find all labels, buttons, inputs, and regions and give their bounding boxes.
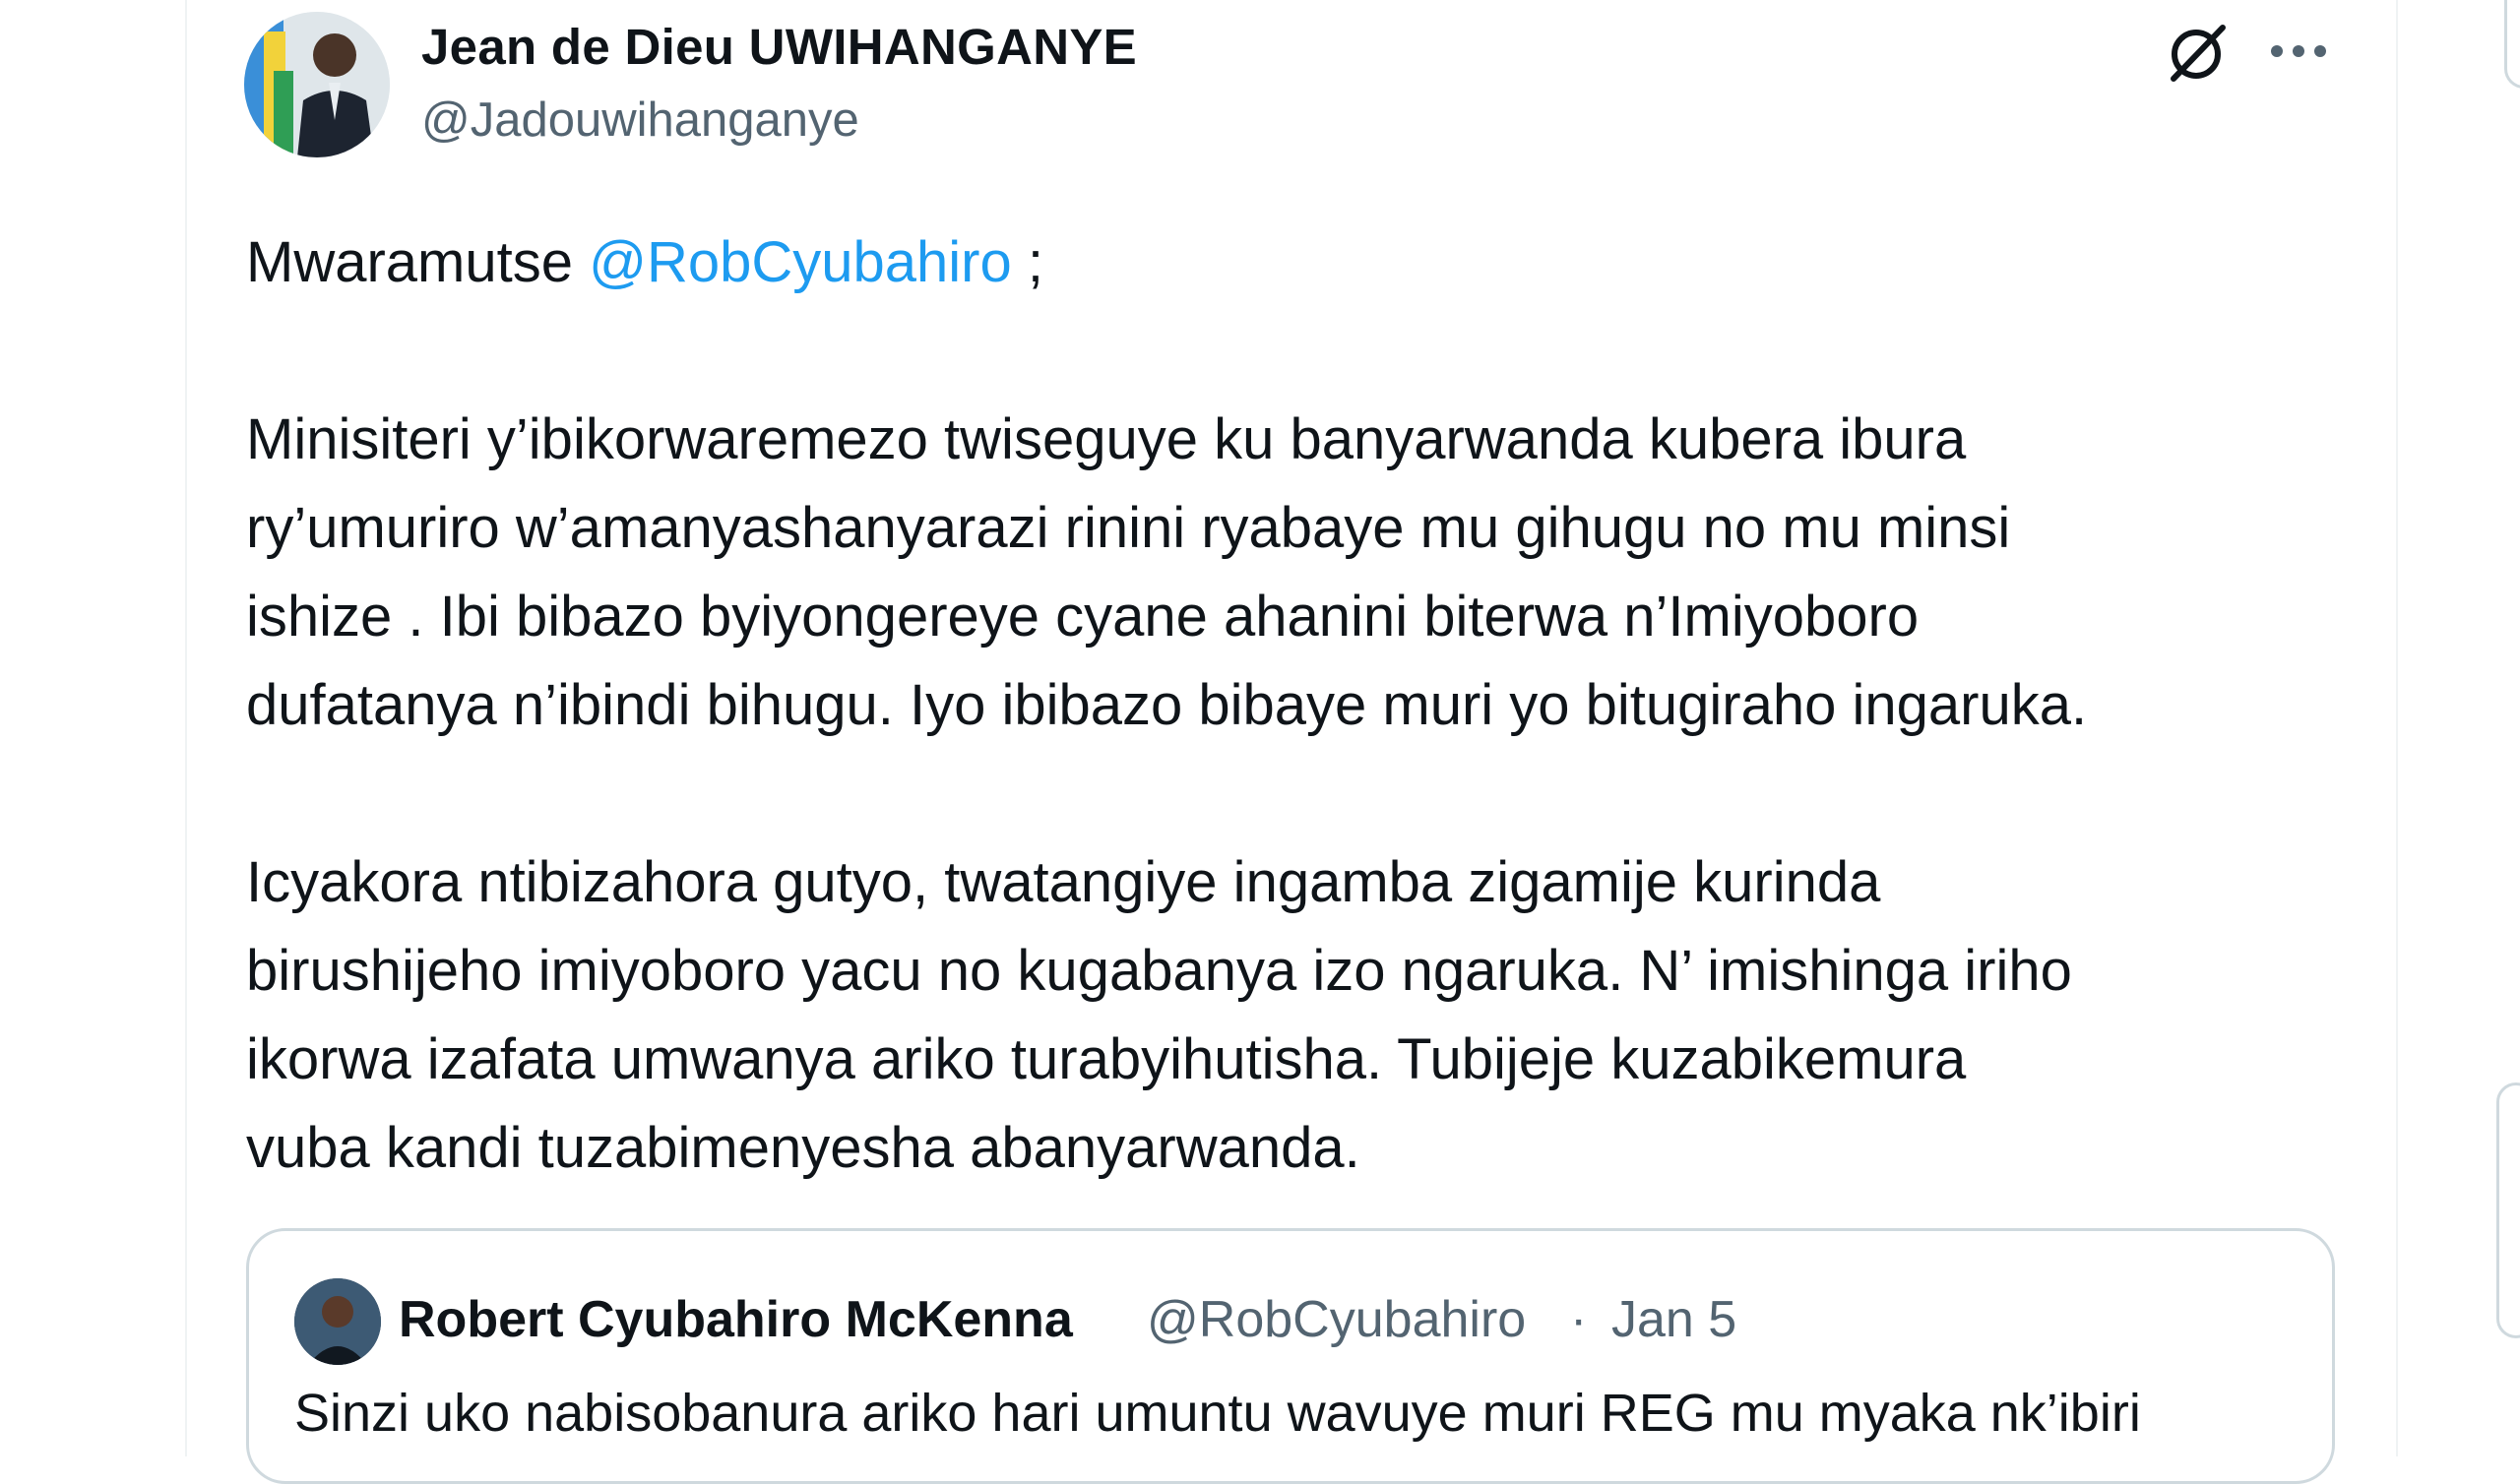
paragraph-line: ry’umuriro w’amanyashanyarazi rinini rya… [246, 496, 2011, 560]
paragraph-line: Minisiteri y’ibikorwaremezo twiseguye ku… [246, 407, 1967, 471]
separator-dot: · [1570, 1291, 1588, 1348]
paragraph-line: dufatanya n’ibindi bihugu. Iyo ibibazo b… [246, 673, 2088, 737]
mention-link[interactable]: @RobCyubahiro [589, 230, 1012, 294]
quoted-date[interactable]: Jan 5 [1611, 1290, 1736, 1349]
adjacent-card-edge [2504, 0, 2520, 89]
quoted-text: Sinzi uko nabisobanura ariko hari umuntu… [294, 1384, 2141, 1443]
avatar-image [244, 12, 390, 157]
adjacent-card-edge [2496, 1082, 2520, 1338]
quoted-tweet[interactable]: Robert Cyubahiro McKenna @RobCyubahiro ·… [246, 1228, 2335, 1484]
quoted-author-avatar[interactable] [294, 1278, 381, 1365]
quoted-author-name[interactable]: Robert Cyubahiro McKenna [399, 1290, 1073, 1349]
greeting-line: Mwaramutse @RobCyubahiro ; [246, 218, 2353, 307]
quoted-author-handle[interactable]: @RobCyubahiro [1147, 1290, 1526, 1349]
paragraph-line: birushijeho imiyoboro yacu no kugabanya … [246, 939, 2072, 1003]
tweet-text: Mwaramutse @RobCyubahiro ; Minisiteri y’… [246, 218, 2353, 1193]
author-avatar[interactable] [244, 12, 390, 157]
paragraph-line: vuba kandi tuzabimenyesha abanyarwanda. [246, 1116, 1360, 1180]
greeting-end: ; [1011, 230, 1043, 294]
author-handle[interactable]: @Jadouwihanganye [421, 93, 859, 148]
greeting-text: Mwaramutse [246, 230, 590, 294]
grok-icon[interactable] [2162, 18, 2231, 87]
paragraph-line: ishize . Ibi bibazo byiyongereye cyane a… [246, 585, 1920, 649]
more-icon[interactable] [2266, 26, 2331, 77]
author-name[interactable]: Jean de Dieu UWIHANGANYE [421, 18, 1137, 76]
paragraph-line: Icyakora ntibizahora gutyo, twatangiye i… [246, 850, 1881, 914]
paragraph-line: ikorwa izafata umwanya ariko turabyihuti… [246, 1027, 1967, 1091]
quoted-avatar-image [294, 1278, 381, 1365]
